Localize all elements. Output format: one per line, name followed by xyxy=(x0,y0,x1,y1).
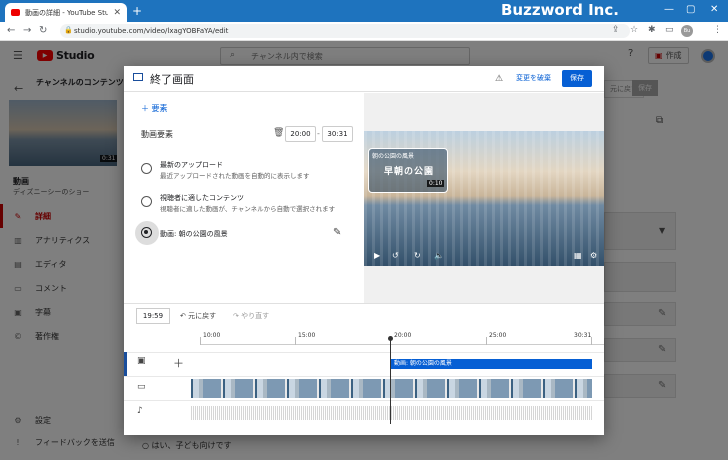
element-label: 動画要素 xyxy=(141,130,173,139)
option-subtitle: 視聴者に適した動画が、チャンネルから自動で選択されます xyxy=(160,205,336,213)
endcard-title: 早朝の公園 xyxy=(384,167,435,177)
watermark-brand: Buzzword Inc. xyxy=(501,1,619,19)
endcard-label: 朝の公園の風景 xyxy=(372,153,415,160)
trash-icon[interactable]: 🗑 xyxy=(273,128,284,138)
sidepanel-icon[interactable]: ▭ xyxy=(665,25,674,35)
redo-icon: ↷ xyxy=(233,312,239,320)
profile-avatar[interactable]: Bu xyxy=(681,25,693,37)
timeline-ruler xyxy=(200,344,604,345)
timeline-tick: 25:00 xyxy=(489,332,507,339)
new-tab-icon[interactable]: + xyxy=(132,4,142,18)
save-button[interactable]: 保存 xyxy=(562,70,592,87)
time-separator: - xyxy=(317,129,320,138)
option-title: 視聴者に適したコンテンツ xyxy=(160,194,244,202)
redo-button[interactable]: ↷ やり直す xyxy=(233,311,269,321)
timeline-tick: 20:00 xyxy=(394,332,412,339)
grid-icon[interactable]: ▦ xyxy=(574,251,582,260)
option-latest-upload-radio[interactable] xyxy=(141,163,152,174)
tick-mark xyxy=(486,337,487,345)
forward-10-icon[interactable]: ↻ xyxy=(414,251,421,260)
undo-icon: ↶ xyxy=(180,312,186,320)
feedback-icon[interactable]: ⚠ xyxy=(495,74,503,84)
timeline-tick: 15:00 xyxy=(298,332,316,339)
end-time-input[interactable]: 30:31 xyxy=(322,126,353,142)
option-specific-video-radio[interactable] xyxy=(141,227,152,238)
tick-mark xyxy=(295,337,296,345)
end-screen-dialog: 終了画面 ⚠ 変更を破棄 保存 ＋ 要素 動画要素 🗑 20:00 - 30:3… xyxy=(124,66,604,435)
music-note-icon: ♪ xyxy=(137,406,143,416)
undo-label: 元に戻す xyxy=(188,312,217,320)
option-subtitle: 最近アップロードされた動画を自動的に表示します xyxy=(160,172,310,180)
bookmark-star-icon[interactable]: ☆ xyxy=(630,25,638,35)
browser-menu-icon[interactable]: ⋮ xyxy=(713,25,722,35)
minimize-icon[interactable]: — xyxy=(664,4,674,15)
url-field[interactable]: studio.youtube.com/video/lxagYOBFaYA/edi… xyxy=(60,24,630,38)
forward-icon[interactable]: → xyxy=(23,25,31,36)
tab-title: 動画の詳細 - YouTube Studio xyxy=(25,8,109,17)
extensions-icon[interactable]: ✱ xyxy=(648,25,656,35)
end-screen-icon xyxy=(133,73,143,81)
maximize-icon[interactable]: ▢ xyxy=(686,4,695,15)
browser-tab[interactable]: 動画の詳細 - YouTube Studio ✕ xyxy=(5,3,127,22)
tick-mark xyxy=(591,337,592,345)
playhead[interactable] xyxy=(390,338,391,424)
share-icon[interactable]: ⇪ xyxy=(612,25,620,35)
add-element-label: 要素 xyxy=(151,104,168,113)
tab-close-icon[interactable]: ✕ xyxy=(113,8,121,18)
discard-changes-button[interactable]: 変更を破棄 xyxy=(516,73,551,83)
youtube-favicon-icon xyxy=(11,9,20,16)
tick-mark xyxy=(200,337,201,345)
undo-button[interactable]: ↶ 元に戻す xyxy=(180,311,216,321)
volume-icon[interactable]: 🔈 xyxy=(434,251,444,260)
rewind-10-icon[interactable]: ↺ xyxy=(392,251,399,260)
endcard-duration: 0:10 xyxy=(427,180,445,187)
settings-gear-icon[interactable]: ⚙ xyxy=(590,251,597,260)
option-best-for-viewer-radio[interactable] xyxy=(141,196,152,207)
audio-waveform xyxy=(191,406,592,420)
option-title: 動画: 朝の公園の風景 xyxy=(160,230,228,238)
edit-video-pencil-icon[interactable]: ✎ xyxy=(333,227,341,238)
plus-icon: ＋ xyxy=(141,104,149,113)
add-track-element-icon[interactable]: ＋ xyxy=(173,355,184,371)
current-time-input[interactable]: 19:59 xyxy=(136,308,170,324)
add-element-button[interactable]: ＋ 要素 xyxy=(141,103,168,114)
start-time-input[interactable]: 20:00 xyxy=(285,126,316,142)
timeline-tick: 10:00 xyxy=(203,332,221,339)
end-screen-track-icon: ▣ xyxy=(137,356,146,366)
play-icon[interactable]: ▶ xyxy=(374,251,380,260)
divider xyxy=(124,303,604,304)
track-selected-indicator xyxy=(124,352,127,376)
playhead-handle[interactable] xyxy=(388,336,393,341)
back-icon[interactable]: ← xyxy=(7,25,15,36)
lock-icon: 🔒 xyxy=(64,26,73,34)
close-window-icon[interactable]: ✕ xyxy=(710,4,718,15)
video-camera-icon: ▭ xyxy=(137,382,146,392)
redo-label: やり直す xyxy=(241,312,270,320)
reload-icon[interactable]: ↻ xyxy=(39,25,47,36)
option-title: 最新のアップロード xyxy=(160,161,223,169)
dialog-title: 終了画面 xyxy=(150,73,194,86)
timeline-tick: 30:31 xyxy=(574,332,592,339)
video-filmstrip[interactable] xyxy=(191,379,592,398)
endcard-timeline-bar[interactable]: 動画: 朝の公園の風景 xyxy=(391,359,592,369)
